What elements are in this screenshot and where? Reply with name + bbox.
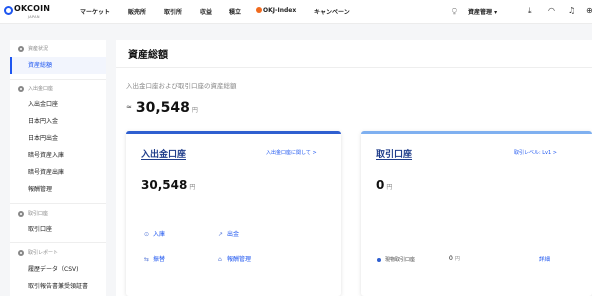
nav-savings[interactable]: 積立 [229,7,241,16]
deposit-account-icon [18,86,24,92]
card-accent-bar [361,131,592,134]
sidebar-section-asset-status: 資産状況 [10,42,106,56]
deposit-account-card: 入出金口座 入出金口座に関して > 30,548 円 ⊙ 入庫 ↗ 出金 ⇆ 振替 ⌂ 報… [126,131,341,296]
withdraw-label: 出金 [227,231,240,238]
sidebar-item-rewards[interactable]: 報酬管理 [10,181,106,198]
main-content: 資産総額 入出金口座および取引口座の資産総額 ≈30,548 円 入出金口座 入出… [116,40,592,296]
total-assets-value-row: ≈30,548 円 [126,97,198,116]
trading-account-balance: 0円 [376,174,392,193]
sidebar-divider [10,203,106,204]
transfer-button[interactable]: ⇆ 振替 [144,254,165,263]
trading-account-icon [18,211,24,217]
support-icon[interactable]: ◠ [548,6,555,16]
sidebar-item-jpy-deposit[interactable]: 日本円入金 [10,113,106,130]
total-assets-value: 30,548 [135,100,190,116]
rewards-management-button[interactable]: ⌂ 報酬管理 [218,254,251,263]
trading-account-unit: 円 [386,184,393,191]
sidebar-section-deposit-account: 入出金口座 [10,82,106,96]
nav-campaign[interactable]: キャンペーン [314,7,350,16]
okcoin-logo-icon [4,6,13,15]
trading-account-card: 取引口座 取引レベル: Lv1 > 0円 現物取引口座 0円 詳細 [361,131,592,296]
sidebar-section-title: 入出金口座 [28,86,54,92]
download-icon[interactable]: ⤓ [528,6,532,16]
transfer-icon: ⇆ [144,256,150,263]
spot-account-details-link[interactable]: 詳細 [539,255,550,263]
sidebar-item-crypto-deposit[interactable]: 暗号資産入庫 [10,147,106,164]
nav-sales[interactable]: 販売所 [128,7,146,16]
deposit-account-unit: 円 [189,184,196,191]
okj-index-icon [256,7,262,13]
sidebar-item-trading-account[interactable]: 取引口座 [10,221,106,238]
withdraw-icon: ↗ [218,231,224,238]
sidebar-item-history-csv[interactable]: 履歴データ（CSV) [10,261,106,278]
sidebar-item-trade-report[interactable]: 取引報告書兼受領証書 [10,278,106,295]
top-navigation-bar: OKCOIN JAPAN マーケット 販売所 取引所 収益 積立 OKJ-Ind… [0,0,592,24]
sidebar-section-title: 取引口座 [28,211,49,217]
trading-account-title[interactable]: 取引口座 [376,147,412,160]
deposit-account-value: 30,548 [141,178,188,192]
sidebar-section-trading-account: 取引口座 [10,207,106,221]
spot-account-unit: 円 [454,256,460,262]
okcoin-logo[interactable]: OKCOIN JAPAN [4,2,60,22]
sidebar-divider [10,242,106,243]
sidebar-item-deposit-account[interactable]: 入出金口座 [10,96,106,113]
deposit-account-about-link[interactable]: 入出金口座に関して > [266,149,317,156]
spot-account-dot [377,258,381,262]
deposit-in-icon: ⊙ [144,231,150,238]
rewards-icon: ⌂ [218,256,222,263]
trading-account-value: 0 [376,178,385,192]
withdraw-button[interactable]: ↗ 出金 [218,229,239,238]
nav-okj-index[interactable]: OKJ-Index [256,7,296,14]
asset-management-menu[interactable]: 資産管理 ▾ [468,7,497,16]
asset-status-icon [18,46,24,52]
sidebar-section-title: 資産状況 [28,46,49,52]
language-globe-icon[interactable]: ⊕ [586,6,592,16]
trade-report-icon [18,250,24,256]
rewards-label: 報酬管理 [227,256,252,263]
user-icon[interactable]: ⍜ [452,6,457,16]
nav-earn[interactable]: 収益 [200,7,212,16]
deposit-account-title[interactable]: 入出金口座 [141,147,186,160]
sidebar: 資産状況 資産総額 入出金口座 入出金口座 日本円入金 日本円出金 暗号資産入庫… [10,40,106,296]
spot-account-row: 現物取引口座 0円 詳細 [377,255,577,265]
sidebar-item-jpy-withdrawal[interactable]: 日本円出金 [10,130,106,147]
brand-sub: JAPAN [28,15,40,19]
spot-account-value: 0 [449,255,453,262]
notification-bell-icon[interactable]: ♫ [568,6,575,16]
deposit-in-button[interactable]: ⊙ 入庫 [144,229,165,238]
approx-sign: ≈ [126,103,132,111]
sidebar-section-title: 取引レポート [28,250,59,256]
total-assets-unit: 円 [191,107,198,114]
sidebar-item-crypto-withdrawal[interactable]: 暗号資産出庫 [10,164,106,181]
nav-okj-index-label: OKJ-Index [263,7,297,14]
brand-name: OKCOIN [14,4,51,13]
card-accent-bar [126,131,341,134]
spot-account-label: 現物取引口座 [385,257,416,263]
deposit-account-balance: 30,548 円 [141,174,195,193]
total-assets-label: 入出金口座および取引口座の資産総額 [126,82,237,90]
spot-account-balance: 0円 [449,255,460,262]
sidebar-item-total-assets[interactable]: 資産総額 [10,57,106,74]
trading-level-link[interactable]: 取引レベル: Lv1 > [514,149,557,156]
deposit-in-label: 入庫 [153,231,166,238]
transfer-label: 振替 [153,256,166,263]
title-divider [116,67,592,68]
sidebar-divider [10,79,106,80]
nav-market[interactable]: マーケット [80,7,110,16]
nav-exchange[interactable]: 取引所 [164,7,182,16]
page-title: 資産総額 [128,50,168,61]
sidebar-section-trade-report: 取引レポート [10,246,106,260]
